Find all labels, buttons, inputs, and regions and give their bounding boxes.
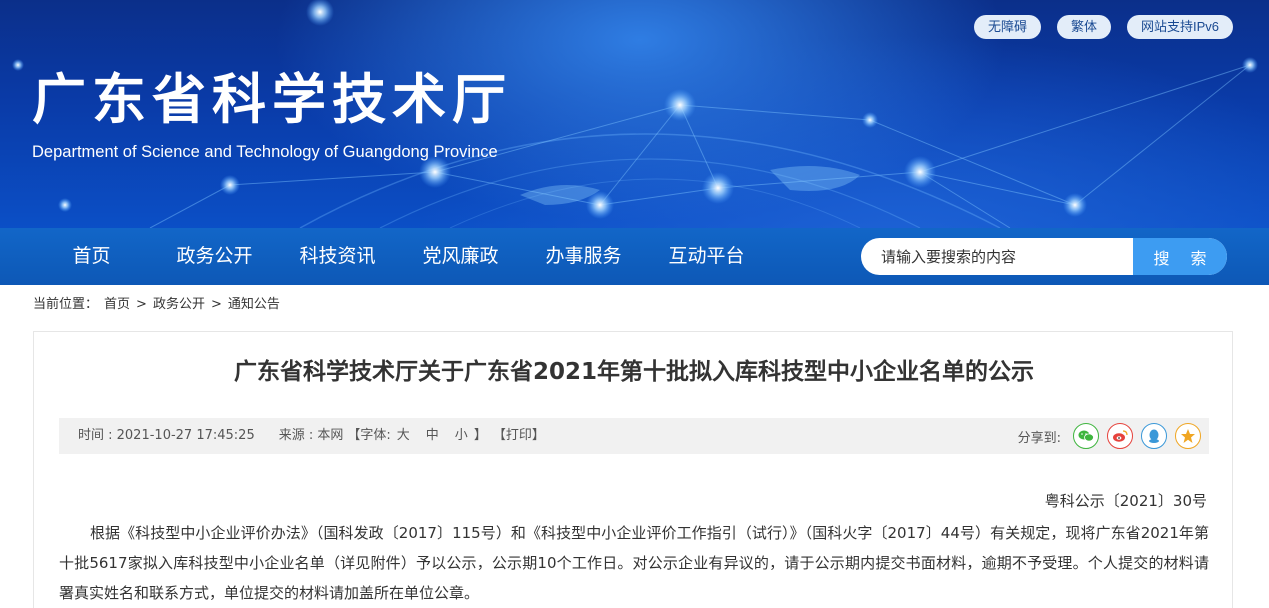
font-size-close: 】 xyxy=(473,428,487,443)
site-title: 广东省科学技术厅 xyxy=(32,68,512,131)
nav-interaction[interactable]: 互动平台 xyxy=(645,228,768,285)
nav-home[interactable]: 首页 xyxy=(30,228,153,285)
qzone-icon[interactable] xyxy=(1175,423,1201,449)
traditional-chinese-link[interactable]: 繁体 xyxy=(1056,15,1111,39)
breadcrumb-notices[interactable]: 通知公告 xyxy=(228,296,280,314)
nav-government-affairs[interactable]: 政务公开 xyxy=(153,228,276,285)
nav-services[interactable]: 办事服务 xyxy=(522,228,645,285)
search-button[interactable]: 搜 索 xyxy=(1133,238,1227,275)
article-body: 根据《科技型中小企业评价办法》（国科发政〔2017〕115号）和《科技型中小企业… xyxy=(59,524,1209,602)
nav-party-integrity[interactable]: 党风廉政 xyxy=(399,228,522,285)
accessibility-link[interactable]: 无障碍 xyxy=(973,15,1041,39)
article-source: 来源 : 本网 xyxy=(278,428,344,443)
header-banner: 广东省科学技术厅 Department of Science and Techn… xyxy=(0,0,1269,228)
wechat-icon[interactable] xyxy=(1073,423,1099,449)
weibo-icon[interactable] xyxy=(1107,423,1133,449)
font-size-medium[interactable]: 中 xyxy=(426,418,439,454)
qq-icon[interactable] xyxy=(1141,423,1167,449)
share-group: 分享到: xyxy=(1018,423,1201,449)
document-number: 粤科公示〔2021〕30号 xyxy=(1044,492,1207,510)
publish-time: 时间 : 2021-10-27 17:45:25 xyxy=(78,428,255,443)
breadcrumb: 当前位置： 首页 > 政务公开 > 通知公告 xyxy=(33,296,280,314)
font-size-label: 【字体: xyxy=(347,428,391,443)
nav-sci-tech-news[interactable]: 科技资讯 xyxy=(276,228,399,285)
font-size-small[interactable]: 小 xyxy=(455,418,468,454)
top-links: 无障碍 繁体 网站支持IPv6 xyxy=(973,15,1233,39)
search-input[interactable] xyxy=(861,238,1133,275)
article-panel: 广东省科学技术厅关于广东省2021年第十批拟入库科技型中小企业名单的公示 时间 … xyxy=(33,331,1233,608)
share-label: 分享到: xyxy=(1017,430,1061,446)
breadcrumb-home[interactable]: 首页 xyxy=(104,296,130,314)
ipv6-link[interactable]: 网站支持IPv6 xyxy=(1126,15,1233,39)
breadcrumb-government-affairs[interactable]: 政务公开 xyxy=(153,296,205,314)
print-link[interactable]: 【打印】 xyxy=(493,418,545,454)
breadcrumb-separator: > xyxy=(136,297,147,312)
site-subtitle: Department of Science and Technology of … xyxy=(32,143,498,161)
article-title: 广东省科学技术厅关于广东省2021年第十批拟入库科技型中小企业名单的公示 xyxy=(233,359,1034,385)
font-size-large[interactable]: 大 xyxy=(397,418,410,454)
breadcrumb-separator: > xyxy=(210,297,222,312)
breadcrumb-prefix: 当前位置： xyxy=(33,297,99,312)
article-meta-bar: 时间 : 2021-10-27 17:45:25 来源 : 本网 【字体: 大 … xyxy=(59,418,1209,454)
search-box: 搜 索 xyxy=(861,238,1227,275)
